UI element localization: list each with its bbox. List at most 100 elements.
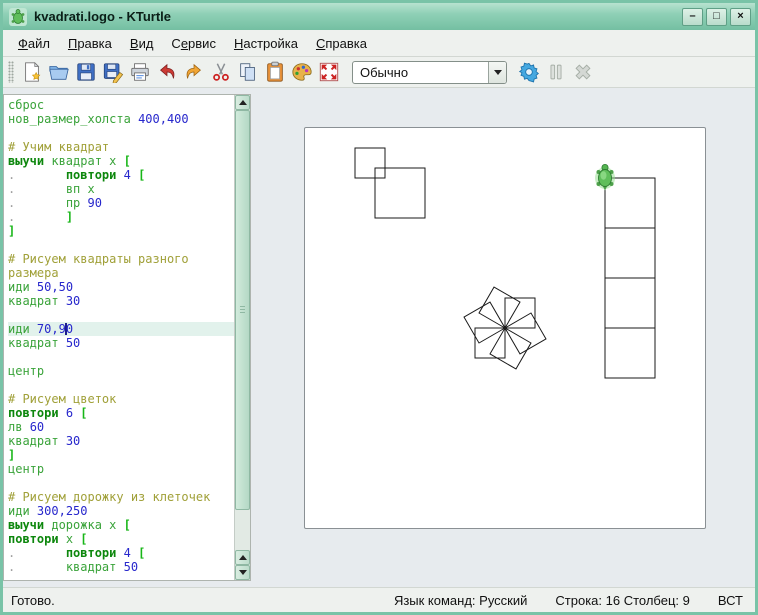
scroll-down-button[interactable]	[235, 565, 250, 580]
paste-button[interactable]	[261, 59, 288, 86]
menu-item-settings[interactable]: Настройка	[225, 33, 307, 54]
pause-button[interactable]	[542, 59, 569, 86]
code-line: выучи дорожка x [	[8, 518, 234, 532]
menu-item-tools[interactable]: Сервис	[162, 33, 225, 54]
cut-icon	[210, 61, 232, 83]
cut-button[interactable]	[207, 59, 234, 86]
titlebar: kvadrati.logo - KTurtle – □ ×	[3, 3, 755, 30]
open-file-icon	[48, 61, 70, 83]
menu-item-file[interactable]: Файл	[9, 33, 59, 54]
code-line: # Рисуем цветок	[8, 392, 234, 406]
maximize-button[interactable]: □	[706, 8, 727, 26]
code-line: центр	[8, 364, 234, 378]
code-line: . повтори 4 [	[8, 546, 234, 560]
code-line: # Рисуем дорожку из клеточек	[8, 490, 234, 504]
abort-button[interactable]	[569, 59, 596, 86]
fullscreen-button[interactable]	[315, 59, 342, 86]
run-button[interactable]	[515, 59, 542, 86]
code-line: . пр 90	[8, 196, 234, 210]
scrollbar-track[interactable]	[235, 110, 250, 550]
status-cursor-position: Строка: 16 Столбец: 9	[541, 593, 703, 608]
menubar: ФайлПравкаВидСервисНастройкаСправка	[3, 30, 755, 57]
statusbar: Готово. Язык команд: Русский Строка: 16 …	[3, 587, 755, 612]
code-line: ]	[8, 224, 234, 238]
code-line: выучи квадрат x [	[8, 154, 234, 168]
code-line: иди 50,50	[8, 280, 234, 294]
colors-button[interactable]	[288, 59, 315, 86]
save-button[interactable]	[72, 59, 99, 86]
code-line: ]	[8, 448, 234, 462]
save-as-icon	[102, 61, 124, 83]
code-line	[8, 350, 234, 364]
canvas-drawing	[305, 128, 705, 528]
code-line: нов_размер_холста 400,400	[8, 112, 234, 126]
fullscreen-icon	[318, 61, 340, 83]
code-line: . ]	[8, 210, 234, 224]
redo-button[interactable]	[180, 59, 207, 86]
undo-icon	[156, 61, 178, 83]
pause-icon	[545, 61, 567, 83]
speed-select[interactable]: Обычно	[352, 61, 507, 84]
toolbar-drag-handle[interactable]	[8, 61, 14, 83]
redo-icon	[183, 61, 205, 83]
copy-icon	[237, 61, 259, 83]
scrollbar-thumb[interactable]	[235, 110, 250, 510]
scroll-up-button[interactable]	[235, 95, 250, 110]
code-line: иди 70,90	[8, 322, 234, 336]
editor-scrollbar[interactable]	[234, 95, 250, 580]
triangle-up-icon	[239, 100, 247, 105]
menu-item-help[interactable]: Справка	[307, 33, 376, 54]
triangle-down-icon	[239, 570, 247, 575]
triangle-up-icon	[239, 555, 247, 560]
run-gear-icon	[518, 61, 540, 83]
status-insert-mode: ВСТ	[704, 593, 755, 608]
status-message: Готово.	[3, 593, 380, 608]
code-line	[8, 308, 234, 322]
copy-button[interactable]	[234, 59, 261, 86]
abort-icon	[572, 61, 594, 83]
close-icon: ×	[737, 11, 743, 22]
code-line: размера	[8, 266, 234, 280]
code-line	[8, 378, 234, 392]
kturtle-window: kvadrati.logo - KTurtle – □ × ФайлПравка…	[0, 0, 758, 615]
new-file-button[interactable]	[18, 59, 45, 86]
colors-icon	[291, 61, 313, 83]
minimize-button[interactable]: –	[682, 8, 703, 26]
speed-selected-value: Обычно	[353, 65, 488, 80]
speed-dropdown-button[interactable]	[488, 62, 506, 83]
turtle-canvas	[304, 127, 706, 529]
window-title: kvadrati.logo - KTurtle	[34, 9, 679, 24]
turtle-sprite	[595, 164, 615, 190]
code-line: иди 300,250	[8, 504, 234, 518]
print-icon	[129, 61, 151, 83]
save-as-button[interactable]	[99, 59, 126, 86]
scroll-up-button-2[interactable]	[235, 550, 250, 565]
code-line	[8, 126, 234, 140]
close-button[interactable]: ×	[730, 8, 751, 26]
code-line: квадрат 50	[8, 336, 234, 350]
maximize-icon: □	[713, 11, 720, 22]
menu-item-edit[interactable]: Правка	[59, 33, 121, 54]
kturtle-app-icon	[9, 8, 27, 26]
undo-button[interactable]	[153, 59, 180, 86]
code-line: квадрат 30	[8, 294, 234, 308]
paste-icon	[264, 61, 286, 83]
save-icon	[75, 61, 97, 83]
menu-item-view[interactable]: Вид	[121, 33, 163, 54]
minimize-icon: –	[689, 11, 695, 22]
main-content: сброснов_размер_холста 400,400# Учим ква…	[3, 88, 755, 587]
toolbar: Обычно	[3, 57, 755, 88]
code-line: # Рисуем квадраты разного	[8, 252, 234, 266]
new-file-icon	[21, 61, 43, 83]
code-line: повтори 6 [	[8, 406, 234, 420]
status-language: Язык команд: Русский	[380, 593, 541, 608]
code-line: лв 60	[8, 420, 234, 434]
canvas-area	[251, 88, 755, 587]
code-editor[interactable]: сброснов_размер_холста 400,400# Учим ква…	[4, 95, 234, 580]
code-line: сброс	[8, 98, 234, 112]
code-line	[8, 238, 234, 252]
code-line: квадрат 30	[8, 434, 234, 448]
editor-panel: сброснов_размер_холста 400,400# Учим ква…	[3, 94, 251, 581]
open-file-button[interactable]	[45, 59, 72, 86]
print-button[interactable]	[126, 59, 153, 86]
